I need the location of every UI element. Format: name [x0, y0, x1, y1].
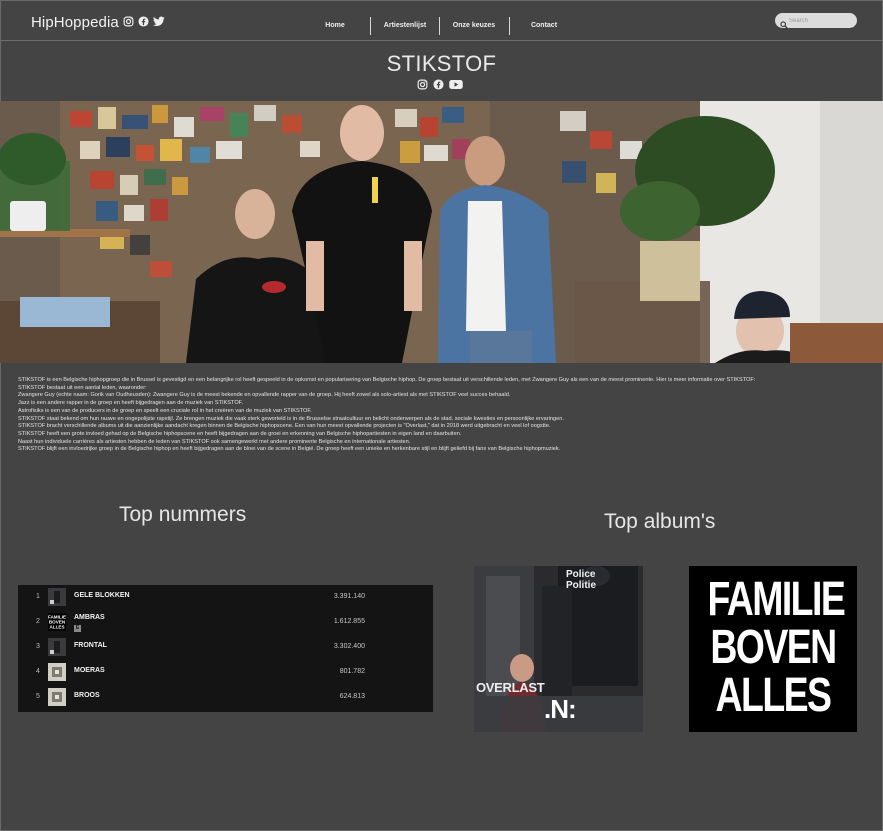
- track-play-count: 3.391.140: [333, 593, 365, 600]
- track-cover-art: [48, 638, 66, 656]
- track-title[interactable]: FRONTAL: [74, 642, 107, 649]
- track-row[interactable]: 4 MOERAS 801.782: [18, 660, 433, 685]
- track-play-count: 3.302.400: [333, 643, 365, 650]
- search-input[interactable]: [789, 15, 853, 26]
- bio-paragraph: Naast hun individuele carrières als arti…: [18, 438, 411, 445]
- bio-paragraph: STIKSTOF staat bekend om hun rauwe en on…: [18, 415, 564, 422]
- track-title[interactable]: GELE BLOKKEN: [74, 592, 130, 599]
- album-cover-familie-boven-alles[interactable]: FAMILIE BOVEN ALLES: [689, 566, 857, 732]
- search-box[interactable]: [775, 13, 857, 29]
- track-title[interactable]: BROOS: [74, 692, 100, 699]
- search-icon: [780, 16, 788, 34]
- track-cover-art: FAMILIEBOVENALLES: [48, 613, 66, 631]
- track-row[interactable]: 2 FAMILIE BOVEN ALLES AMBRAS E 1.612.855: [18, 610, 433, 635]
- top-albums-heading: Top album's: [604, 510, 716, 533]
- artist-hero-photo: [0, 101, 883, 363]
- bio-paragraph: Zwangere Guy (echte naam: Gorik van Oudh…: [18, 392, 511, 399]
- track-play-count: 624.813: [339, 693, 365, 700]
- album-cover-overlast[interactable]: Police Politie OVERLAST .N:: [474, 566, 643, 732]
- facebook-icon[interactable]: [138, 16, 149, 27]
- police-sign-line2: Politie: [566, 580, 597, 591]
- artist-biography: STIKSTOF is een Belgische hiphopgroep di…: [18, 377, 868, 454]
- police-sign-line1: Police: [566, 569, 596, 580]
- track-cover-art: [48, 688, 66, 706]
- bio-paragraph: STIKSTOF bestaat uit een aantal leden, w…: [18, 384, 147, 391]
- header-social-links: [123, 16, 165, 27]
- top-navigation-bar: HipHoppedia Home Artiestenlijst Onze keu…: [0, 0, 883, 41]
- album-title: OVERLAST: [476, 680, 545, 695]
- artist-name: STIKSTOF: [386, 51, 497, 76]
- track-rank: 4: [36, 668, 40, 675]
- svg-text:ALLES: ALLES: [49, 625, 64, 630]
- nav-artiestenlijst[interactable]: Artiestenlijst: [376, 17, 434, 35]
- track-rank: 2: [36, 618, 40, 625]
- bio-paragraph: STIKSTOF blijft een invloedrijke groep i…: [18, 446, 561, 453]
- instagram-icon[interactable]: [123, 16, 134, 27]
- instagram-icon[interactable]: [417, 79, 428, 90]
- label-logo: .N:: [544, 694, 577, 724]
- track-title[interactable]: AMBRAS: [74, 614, 105, 621]
- bio-paragraph: Astrofisiks is een van de producers in d…: [18, 407, 312, 414]
- nav-contact[interactable]: Contact: [520, 17, 568, 35]
- track-row[interactable]: 1 GELE BLOKKEN 3.391.140: [18, 585, 433, 610]
- nav-divider: [439, 17, 440, 35]
- nav-onze-keuzes[interactable]: Onze keuzes: [445, 17, 503, 35]
- twitter-icon[interactable]: [153, 16, 165, 27]
- track-cover-art: [48, 663, 66, 681]
- explicit-badge: E: [74, 625, 81, 632]
- track-title[interactable]: MOERAS: [74, 667, 105, 674]
- track-cover-art: [48, 588, 66, 606]
- top-tracks-heading: Top nummers: [119, 503, 247, 526]
- track-row[interactable]: 5 BROOS 624.813: [18, 685, 433, 710]
- album-title-line: BOVEN: [710, 621, 837, 674]
- bio-paragraph: STIKSTOF heeft een grote invloed gehad o…: [18, 430, 462, 437]
- nav-home[interactable]: Home: [316, 17, 354, 35]
- facebook-icon[interactable]: [433, 79, 444, 90]
- bio-paragraph: STIKSTOF bracht verschillende albums uit…: [18, 423, 551, 430]
- artist-social-links: [417, 79, 463, 90]
- track-rank: 1: [36, 593, 40, 600]
- bio-paragraph: Jazz is een andere rapper in de groep en…: [18, 400, 244, 407]
- album-title-line: ALLES: [715, 669, 832, 722]
- track-rank: 5: [36, 693, 40, 700]
- youtube-icon[interactable]: [449, 79, 463, 90]
- nav-divider: [370, 17, 371, 35]
- track-play-count: 801.782: [339, 668, 365, 675]
- track-row[interactable]: 3 FRONTAL 3.302.400: [18, 635, 433, 660]
- bio-paragraph: STIKSTOF is een Belgische hiphopgroep di…: [18, 377, 756, 383]
- top-tracks-list: 1 GELE BLOKKEN 3.391.140 2 FAMILIE BOVEN A…: [18, 585, 433, 712]
- track-play-count: 1.612.855: [333, 618, 365, 625]
- nav-divider: [509, 17, 510, 35]
- track-rank: 3: [36, 643, 40, 650]
- album-title-line: FAMILIE: [707, 573, 845, 626]
- site-logo[interactable]: HipHoppedia: [31, 14, 119, 31]
